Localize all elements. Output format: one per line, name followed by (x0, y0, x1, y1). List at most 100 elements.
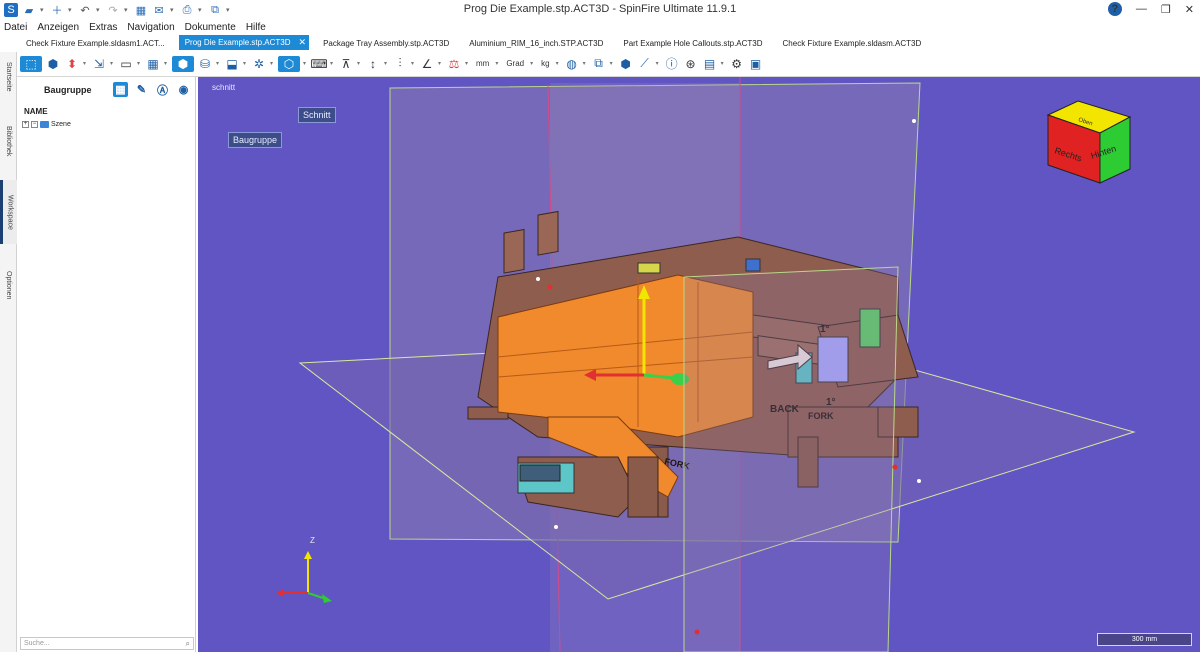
chevron-down-icon[interactable]: ▾ (556, 60, 561, 67)
mass-properties-icon[interactable]: ⚖ (446, 56, 462, 72)
monitor-icon[interactable]: ▭ (118, 56, 134, 72)
sidebar-tab-bibliothek[interactable]: Bibliothek (0, 118, 17, 164)
menu-dokumente[interactable]: Dokumente (185, 22, 236, 33)
grid-icon[interactable]: ▦ (113, 82, 128, 97)
chevron-down-icon[interactable]: ▾ (656, 60, 661, 67)
tab-package-tray[interactable]: Package Tray Assembly.stp.ACT3D (317, 37, 455, 50)
close-icon[interactable]: ✕ (1185, 3, 1194, 16)
chevron-down-icon[interactable]: ▾ (226, 6, 232, 14)
menu-anzeigen[interactable]: Anzeigen (37, 22, 79, 33)
tab-prog-die[interactable]: Prog Die Example.stp.ACT3D ✕ (178, 35, 310, 50)
tab-aluminium-rim[interactable]: Aluminium_RIM_16_inch.STP.ACT3D (463, 37, 609, 50)
close-tab-icon[interactable]: ✕ (299, 37, 307, 47)
tree-node-szene[interactable]: + − Szene (22, 121, 195, 128)
shaded-icon[interactable]: ⬢ (172, 55, 194, 72)
3d-viewport[interactable]: BACK FORK FORK 1° 1° Oben Rechts Hinten (198, 77, 1200, 652)
plane-handle (912, 119, 916, 123)
redo-icon[interactable]: ↷ (106, 3, 120, 17)
box-icon[interactable]: ⬓ (224, 56, 240, 72)
screen-capture-icon[interactable]: ▣ (748, 56, 764, 72)
section-icon[interactable]: ⬡ (278, 55, 300, 72)
chevron-down-icon[interactable]: ▾ (83, 60, 88, 67)
chevron-down-icon[interactable]: ▾ (164, 60, 169, 67)
tab-part-example[interactable]: Part Example Hole Callouts.stp.ACT3D (617, 37, 768, 50)
chevron-down-icon[interactable]: ▾ (96, 6, 102, 14)
sidebar-tab-startseite[interactable]: Startseite (0, 56, 17, 98)
undo-icon[interactable]: ↶ (78, 3, 92, 17)
import-icon[interactable]: ⇲ (91, 56, 107, 72)
menu-datei[interactable]: Datei (4, 22, 27, 33)
print-icon[interactable]: ⎙ (180, 3, 194, 17)
report-icon[interactable]: ▤ (702, 56, 718, 72)
globe-icon[interactable]: ◍ (564, 56, 580, 72)
collapse-icon[interactable]: − (31, 121, 38, 128)
minimize-icon[interactable]: — (1136, 3, 1147, 15)
chevron-down-icon[interactable]: ▾ (530, 60, 535, 67)
sidebar-tab-workspace[interactable]: Workspace (0, 180, 17, 244)
chevron-down-icon[interactable]: ▾ (438, 60, 443, 67)
expand-icon[interactable]: + (22, 121, 29, 128)
chevron-down-icon[interactable]: ▾ (721, 60, 726, 67)
chevron-down-icon[interactable]: ▾ (68, 6, 74, 14)
chevron-down-icon[interactable]: ▾ (124, 6, 130, 14)
chevron-down-icon[interactable]: ▾ (583, 60, 588, 67)
chevron-down-icon[interactable]: ▾ (465, 60, 470, 67)
explode-icon[interactable]: ✲ (251, 56, 267, 72)
view-cube[interactable]: Oben Rechts Hinten (1046, 100, 1132, 184)
annotation-icon[interactable]: ⌨ (310, 56, 327, 72)
baugruppe-button[interactable]: Baugruppe (228, 132, 283, 148)
pmi-icon[interactable]: ⊛ (683, 56, 699, 72)
chevron-down-icon[interactable]: ▾ (357, 60, 362, 67)
chevron-down-icon[interactable]: ▾ (384, 60, 389, 67)
edit-icon[interactable]: ✎ (134, 82, 149, 97)
mass-unit-select[interactable]: kg (538, 59, 552, 68)
compare-icon[interactable]: ⬢ (618, 56, 634, 72)
measure-distance-icon[interactable]: ↕ (365, 56, 381, 72)
gear-icon[interactable]: ⚙ (729, 56, 745, 72)
transform-icon[interactable]: ⬍ (64, 56, 80, 72)
share-icon[interactable]: ⧉ (208, 3, 222, 17)
measure-radius-icon[interactable]: ⫶ (392, 56, 408, 72)
mail-icon[interactable]: ✉ (152, 3, 166, 17)
menu-hilfe[interactable]: Hilfe (246, 22, 266, 33)
schnitt-button[interactable]: Schnitt (298, 107, 336, 123)
chevron-down-icon[interactable]: ▾ (216, 60, 221, 67)
chevron-down-icon[interactable]: ▾ (137, 60, 142, 67)
chevron-down-icon[interactable]: ▾ (610, 60, 615, 67)
cube-view-icon[interactable]: ⬢ (45, 56, 61, 72)
chevron-down-icon[interactable]: ▾ (495, 60, 500, 67)
chevron-down-icon[interactable]: ▾ (411, 60, 416, 67)
menu-navigation[interactable]: Navigation (127, 22, 174, 33)
select-mode-icon[interactable]: ⬚ (20, 55, 42, 72)
layout-icon[interactable]: ▦ (145, 56, 161, 72)
copy-icon[interactable]: ⧉ (591, 56, 607, 72)
info-icon[interactable]: ⓘ (664, 56, 680, 72)
open-folder-icon[interactable]: ▰ (22, 3, 36, 17)
restore-icon[interactable]: ❐ (1161, 3, 1171, 16)
search-icon[interactable]: ⌕ (186, 639, 190, 649)
tab-check-fixture-2[interactable]: Check Fixture Example.sldasm.ACT3D (777, 37, 928, 50)
tab-check-fixture-1[interactable]: Check Fixture Example.sldasm1.ACT... (20, 37, 171, 50)
chevron-down-icon[interactable]: ▾ (170, 6, 176, 14)
chevron-down-icon[interactable]: ▾ (110, 60, 115, 67)
calendar-icon[interactable]: ▦ (134, 3, 148, 17)
angle-unit-select[interactable]: Grad (503, 59, 527, 68)
chevron-down-icon[interactable]: ▾ (243, 60, 248, 67)
search-input[interactable]: Suche... ⌕ (20, 637, 194, 650)
sidebar-tab-optionen[interactable]: Optionen (0, 262, 17, 308)
menu-extras[interactable]: Extras (89, 22, 117, 33)
eye-icon[interactable]: ◉ (176, 82, 191, 97)
chevron-down-icon[interactable]: ▾ (303, 60, 308, 67)
length-unit-select[interactable]: mm (473, 59, 492, 68)
cylinder-icon[interactable]: ⛁ (197, 56, 213, 72)
chevron-down-icon[interactable]: ▾ (330, 60, 335, 67)
help-icon[interactable]: ? (1107, 2, 1122, 16)
chevron-down-icon[interactable]: ▾ (40, 6, 46, 14)
text-icon[interactable]: Ⓐ (155, 82, 170, 97)
chevron-down-icon[interactable]: ▾ (270, 60, 275, 67)
measure-point-icon[interactable]: ⊼ (338, 56, 354, 72)
measure-angle-icon[interactable]: ∠ (419, 56, 435, 72)
add-icon[interactable]: ＋ (50, 3, 64, 17)
graph-icon[interactable]: ⟋ (637, 56, 653, 72)
chevron-down-icon[interactable]: ▾ (198, 6, 204, 14)
